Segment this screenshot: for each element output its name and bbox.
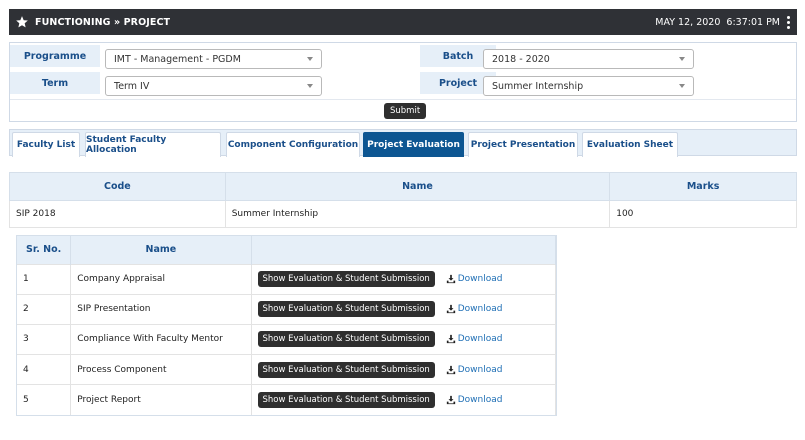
show-evaluation-button[interactable]: Show Evaluation & Student Submission <box>257 301 435 318</box>
batch-select[interactable]: 2018 - 2020 <box>483 49 694 69</box>
table-row: 2 SIP Presentation Show Evaluation & Stu… <box>17 293 556 325</box>
show-evaluation-button[interactable]: Show Evaluation & Student Submission <box>257 361 435 378</box>
submit-button[interactable]: Submit <box>384 103 427 119</box>
download-label: Download <box>457 274 503 285</box>
tab-component-configuration[interactable]: Component Configuration <box>226 132 360 157</box>
chevron-down-icon <box>679 84 685 88</box>
download-link[interactable]: Download <box>446 334 503 345</box>
table-row: 5 Project Report Show Evaluation & Stude… <box>17 384 556 415</box>
tab-student-faculty-allocation[interactable]: Student Faculty Allocation <box>85 132 221 157</box>
project-select-value: Summer Internship <box>492 80 584 92</box>
download-icon <box>446 395 455 405</box>
show-evaluation-button[interactable]: Show Evaluation & Student Submission <box>257 271 435 288</box>
project-marks: 100 <box>609 200 797 228</box>
row-sr-no: 2 <box>17 293 72 325</box>
programme-label: Programme <box>10 45 100 67</box>
chevron-down-icon <box>307 84 313 88</box>
download-link[interactable]: Download <box>446 364 503 375</box>
tab-bar: Faculty List Student Faculty Allocation … <box>9 129 797 157</box>
programme-select[interactable]: IMT - Management - PGDM <box>105 49 322 69</box>
term-select[interactable]: Term IV <box>105 76 322 96</box>
download-label: Download <box>457 304 503 315</box>
column-header-name: Name <box>70 236 252 264</box>
programme-select-value: IMT - Management - PGDM <box>114 53 241 65</box>
term-select-value: Term IV <box>114 80 150 92</box>
row-component-name: Project Report <box>70 384 252 415</box>
project-table: Code Name Marks SIP 2018 Summer Internsh… <box>9 172 797 228</box>
row-component-name: Process Component <box>70 354 252 385</box>
table-row: 4 Process Component Show Evaluation & St… <box>17 354 556 385</box>
row-component-name: Compliance With Faculty Mentor <box>70 323 252 355</box>
filter-panel: Programme IMT - Management - PGDM Batch … <box>9 42 797 122</box>
show-evaluation-button[interactable]: Show Evaluation & Student Submission <box>257 392 435 409</box>
download-link[interactable]: Download <box>446 304 503 315</box>
row-actions: Show Evaluation & Student Submission Dow… <box>251 384 556 415</box>
download-label: Download <box>457 334 503 345</box>
header-time: 6:37:01 PM <box>726 16 780 28</box>
table-row: SIP 2018 Summer Internship 100 <box>9 200 797 228</box>
star-icon[interactable] <box>15 15 29 29</box>
chevron-down-icon <box>307 57 313 61</box>
row-component-name: Company Appraisal <box>70 263 252 295</box>
row-sr-no: 4 <box>17 354 72 385</box>
tab-project-presentation[interactable]: Project Presentation <box>468 132 578 157</box>
column-header-marks: Marks <box>609 172 797 201</box>
components-table-wrapper: Sr. No. Name 1 Company Appraisal Show Ev… <box>16 235 557 416</box>
term-label: Term <box>10 72 100 94</box>
header-date: MAY 12, 2020 <box>655 16 721 28</box>
batch-select-value: 2018 - 2020 <box>492 53 550 65</box>
row-sr-no: 1 <box>17 263 72 295</box>
download-icon <box>446 305 455 314</box>
row-actions: Show Evaluation & Student Submission Dow… <box>251 263 556 295</box>
table-header-row: Sr. No. Name <box>17 236 556 264</box>
row-actions: Show Evaluation & Student Submission Dow… <box>251 354 556 385</box>
tab-faculty-list[interactable]: Faculty List <box>12 132 80 157</box>
table-row: 1 Company Appraisal Show Evaluation & St… <box>17 263 556 295</box>
components-table: Sr. No. Name 1 Company Appraisal Show Ev… <box>17 236 556 415</box>
show-evaluation-button[interactable]: Show Evaluation & Student Submission <box>257 331 435 348</box>
row-actions: Show Evaluation & Student Submission Dow… <box>251 293 556 325</box>
download-label: Download <box>457 364 503 375</box>
download-icon <box>446 335 455 344</box>
column-header-code: Code <box>9 172 226 201</box>
project-code: SIP 2018 <box>9 200 226 228</box>
header-datetime: MAY 12, 2020 6:37:01 PM <box>655 17 780 28</box>
row-component-name: SIP Presentation <box>70 293 252 325</box>
table-header-row: Code Name Marks <box>9 172 797 201</box>
row-sr-no: 3 <box>17 323 72 355</box>
row-sr-no: 5 <box>17 384 72 415</box>
column-header-actions <box>251 236 556 264</box>
project-name: Summer Internship <box>224 200 611 228</box>
download-icon <box>446 274 455 284</box>
download-link[interactable]: Download <box>446 395 503 406</box>
download-icon <box>446 365 455 374</box>
row-actions: Show Evaluation & Student Submission Dow… <box>251 323 556 355</box>
top-header-bar: FUNCTIONING » PROJECT MAY 12, 2020 6:37:… <box>9 9 797 35</box>
page-title: FUNCTIONING » PROJECT <box>35 16 171 28</box>
tab-project-evaluation[interactable]: Project Evaluation <box>363 132 464 157</box>
project-select[interactable]: Summer Internship <box>483 76 694 96</box>
column-header-name: Name <box>224 172 611 201</box>
column-header-sr-no: Sr. No. <box>17 236 72 264</box>
tab-evaluation-sheet[interactable]: Evaluation Sheet <box>582 132 678 157</box>
divider <box>10 99 796 100</box>
chevron-down-icon <box>679 57 685 61</box>
table-row: 3 Compliance With Faculty Mentor Show Ev… <box>17 323 556 355</box>
more-options-icon[interactable] <box>786 15 790 29</box>
download-label: Download <box>457 395 503 406</box>
download-link[interactable]: Download <box>446 274 503 285</box>
